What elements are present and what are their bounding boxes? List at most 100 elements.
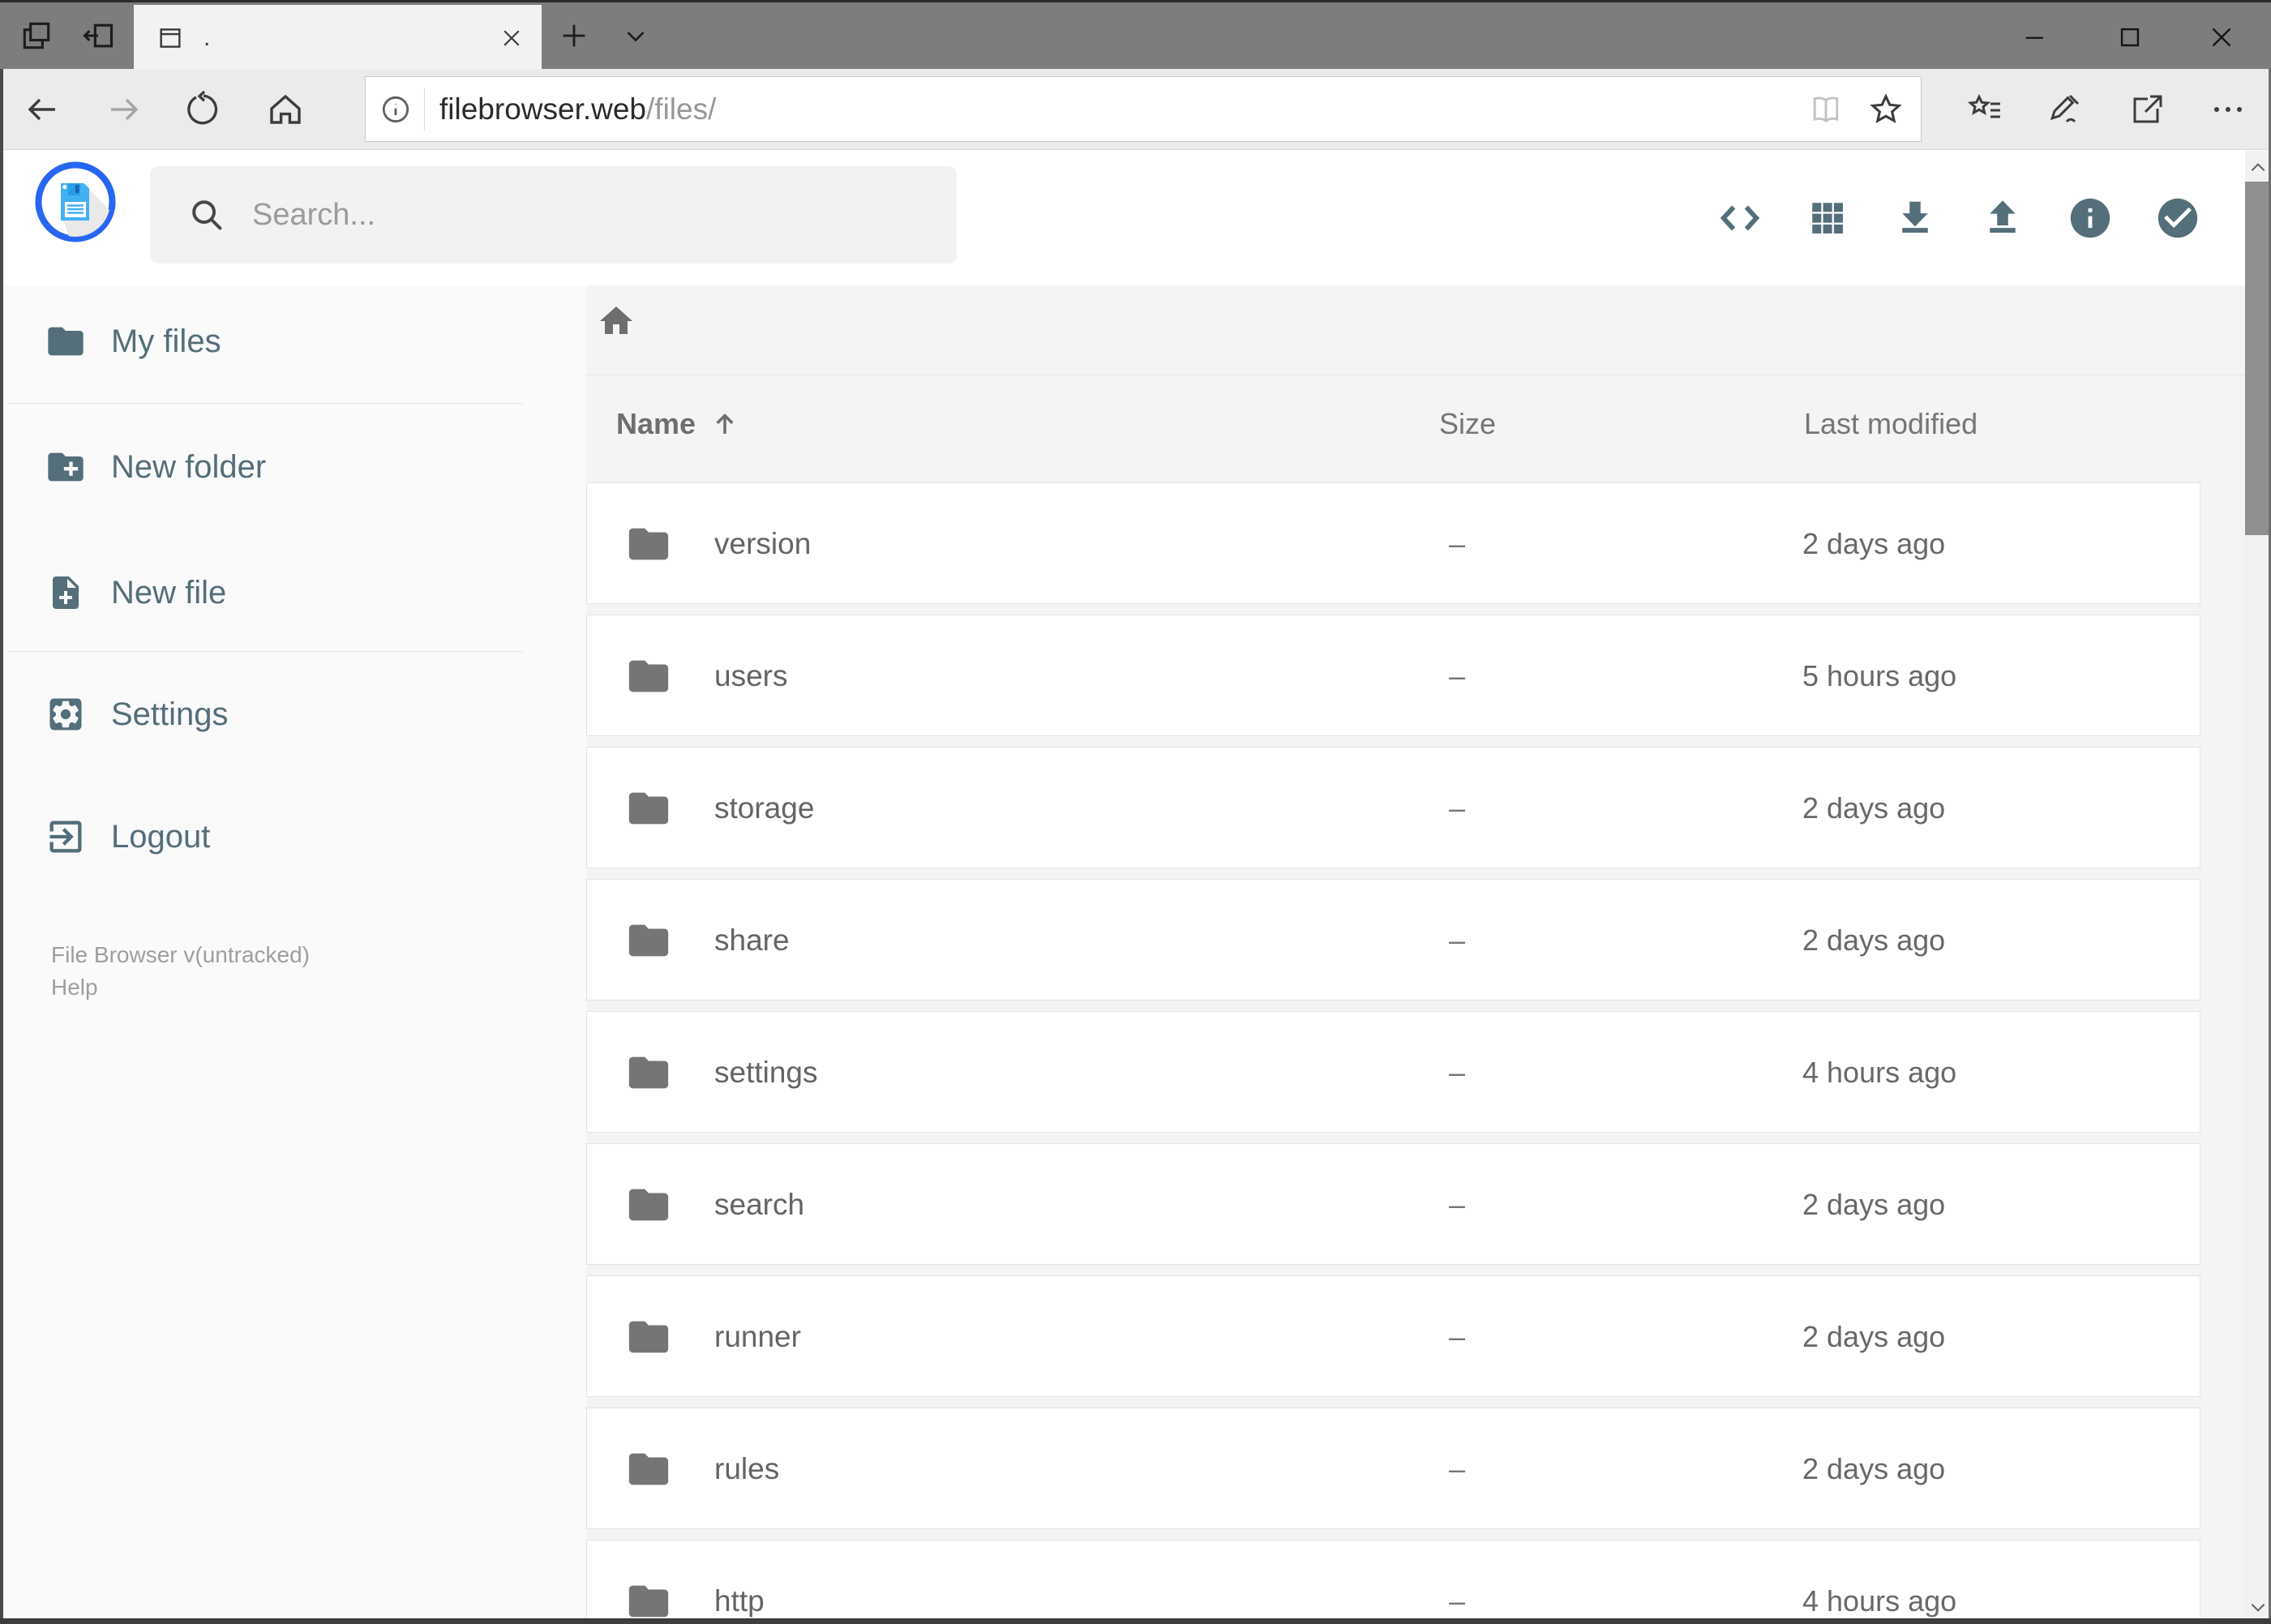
settings-gear-icon: [45, 693, 87, 735]
folder-icon: [45, 320, 87, 362]
column-header-size[interactable]: Size: [1439, 407, 1496, 441]
file-modified: 4 hours ago: [1802, 1584, 1957, 1618]
address-bar[interactable]: filebrowser.web/files/: [365, 76, 1922, 142]
sidebar-item-label: New folder: [111, 448, 267, 485]
new-file-icon: [45, 573, 87, 612]
sidebar: My files New folder New file Settings Lo…: [0, 285, 586, 1624]
file-size: –: [1449, 1452, 1466, 1485]
window-border-bottom: [0, 1618, 2271, 1624]
sidebar-item-settings[interactable]: Settings: [0, 677, 586, 752]
file-size: –: [1449, 1584, 1466, 1618]
file-name: storage: [714, 791, 815, 825]
browser-tab[interactable]: .: [134, 5, 542, 71]
browser-navbar: filebrowser.web/files/: [0, 69, 2271, 150]
breadcrumb-home-icon[interactable]: [597, 302, 636, 341]
file-name: share: [714, 923, 790, 957]
file-size: –: [1449, 791, 1466, 825]
file-modified: 2 days ago: [1802, 1188, 1946, 1221]
file-row[interactable]: http – 4 hours ago: [586, 1540, 2200, 1624]
refresh-icon[interactable]: [174, 69, 233, 149]
folder-icon: [625, 1181, 672, 1228]
tab-list-chevron-icon[interactable]: [610, 2, 662, 69]
sidebar-divider: [8, 651, 523, 652]
file-modified: 2 days ago: [1802, 923, 1946, 957]
folder-icon: [625, 917, 672, 964]
grid-view-icon[interactable]: [1793, 151, 1862, 285]
sidebar-item-label: Settings: [111, 696, 229, 732]
select-check-icon[interactable]: [2144, 151, 2212, 285]
sidebar-footer: File Browser v(untracked) Help: [51, 939, 310, 1004]
favorite-star-icon[interactable]: [1867, 91, 1905, 128]
maximize-button[interactable]: [2095, 5, 2165, 69]
column-header-name[interactable]: Name: [616, 407, 739, 441]
forward-icon[interactable]: [95, 69, 153, 149]
back-icon[interactable]: [13, 69, 71, 149]
info-icon[interactable]: [2056, 151, 2124, 285]
close-window-button[interactable]: [2187, 5, 2256, 69]
file-modified: 5 hours ago: [1802, 659, 1957, 692]
minimize-button[interactable]: [2000, 5, 2070, 69]
file-size: –: [1449, 527, 1466, 560]
file-size: –: [1449, 1320, 1466, 1353]
tab-title: .: [204, 24, 211, 51]
sidebar-divider: [8, 403, 523, 404]
browser-titlebar: .: [0, 0, 2271, 71]
set-tabs-aside-icon[interactable]: [75, 2, 122, 69]
file-row[interactable]: settings – 4 hours ago: [586, 1011, 2200, 1133]
folder-icon: [625, 785, 672, 832]
tab-preview-icon[interactable]: [13, 2, 60, 69]
file-size: –: [1449, 923, 1466, 957]
file-name: http: [714, 1584, 765, 1618]
new-tab-icon[interactable]: [548, 2, 600, 69]
scroll-down-icon[interactable]: [2245, 1593, 2271, 1621]
upload-icon[interactable]: [1969, 151, 2037, 285]
file-row[interactable]: rules – 2 days ago: [586, 1408, 2200, 1529]
scroll-up-icon[interactable]: [2245, 154, 2271, 182]
file-modified: 4 hours ago: [1802, 1056, 1957, 1089]
help-link[interactable]: Help: [51, 971, 310, 1004]
file-row[interactable]: runner – 2 days ago: [586, 1275, 2200, 1397]
sidebar-item-new-file[interactable]: New file: [0, 555, 586, 630]
file-row[interactable]: storage – 2 days ago: [586, 747, 2200, 868]
more-options-icon[interactable]: [2199, 69, 2257, 149]
sidebar-item-label: New file: [111, 574, 227, 611]
scrollbar-thumb[interactable]: [2245, 182, 2271, 535]
sidebar-item-logout[interactable]: Logout: [0, 799, 586, 874]
url-text: filebrowser.web/files/: [439, 92, 716, 126]
download-icon[interactable]: [1881, 151, 1949, 285]
search-icon: [187, 195, 226, 234]
raw-code-icon[interactable]: [1706, 151, 1774, 285]
sidebar-item-my-files[interactable]: My files: [0, 304, 586, 379]
file-row[interactable]: users – 5 hours ago: [586, 615, 2200, 736]
folder-icon: [625, 521, 672, 568]
file-row[interactable]: search – 2 days ago: [586, 1143, 2200, 1265]
sidebar-item-label: My files: [111, 323, 221, 359]
favorites-hub-icon[interactable]: [1956, 69, 2015, 149]
file-name: runner: [714, 1320, 801, 1353]
logout-icon: [45, 816, 87, 858]
search-bar[interactable]: [150, 166, 957, 264]
url-host: filebrowser.web: [439, 92, 647, 126]
file-row[interactable]: share – 2 days ago: [586, 879, 2200, 1001]
filebrowser-logo[interactable]: [35, 161, 116, 242]
file-name: settings: [714, 1056, 818, 1089]
sidebar-item-new-folder[interactable]: New folder: [0, 430, 586, 504]
file-name: version: [714, 527, 812, 560]
tab-close-icon[interactable]: [499, 26, 524, 50]
site-info-icon[interactable]: [379, 92, 413, 126]
folder-icon: [625, 653, 672, 700]
file-row[interactable]: version – 2 days ago: [586, 482, 2200, 604]
column-header-modified[interactable]: Last modified: [1804, 407, 1977, 441]
folder-icon: [625, 1446, 672, 1493]
file-rows: version – 2 days ago users – 5 hours ago: [586, 482, 2200, 1624]
page-scrollbar[interactable]: [2245, 151, 2271, 1624]
share-icon[interactable]: [2118, 69, 2176, 149]
reading-view-icon[interactable]: [1807, 91, 1845, 128]
file-listing: Name Size Last modified version – 2 days…: [586, 285, 2245, 1624]
ink-annotate-icon[interactable]: [2037, 69, 2095, 149]
search-input[interactable]: [251, 196, 902, 234]
file-size: –: [1449, 1188, 1466, 1221]
browser-window: . filebrowser.web/files/ Search... My fi…: [0, 0, 2271, 1624]
home-icon[interactable]: [256, 69, 315, 149]
url-path: /files/: [646, 92, 717, 126]
